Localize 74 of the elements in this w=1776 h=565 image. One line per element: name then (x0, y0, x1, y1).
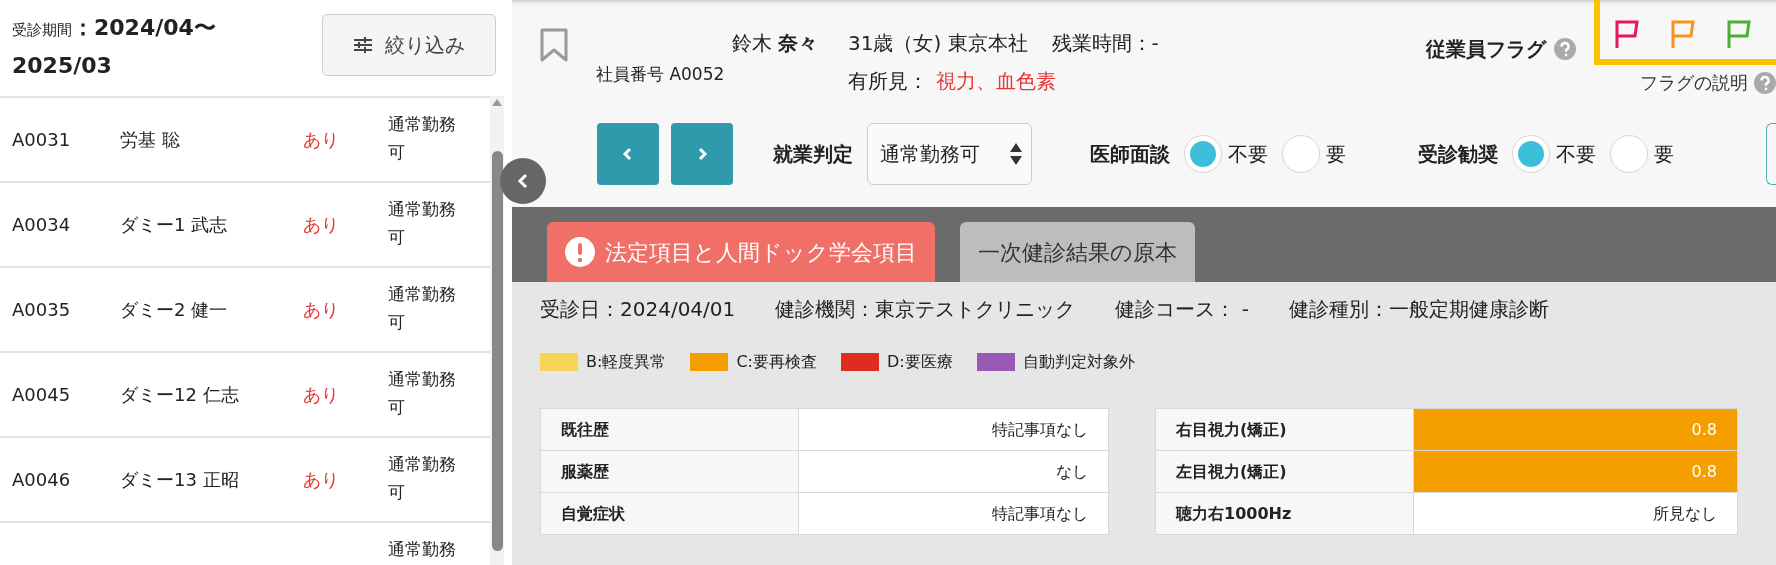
legend-label: 自動判定対象外 (1022, 351, 1135, 373)
previous-button[interactable] (597, 122, 659, 185)
scrollbar[interactable] (490, 96, 504, 565)
chevron-left-icon (622, 145, 634, 162)
exam-info-text: 健診機関：東京テストクリニック (775, 296, 1076, 323)
value-cell: 特記事項なし (798, 408, 1109, 451)
findings-text: あり (303, 298, 340, 322)
row-label: 左目視力(矯正) (1155, 450, 1414, 493)
judgement-label: 就業判定 (773, 140, 853, 168)
row-label: 右目視力(矯正) (1155, 408, 1414, 451)
period-text: 受診期間：2024/04〜 2025/03 (12, 14, 217, 80)
value-cell: 0.8 (1413, 408, 1738, 451)
legend-label: D:要医療 (886, 351, 953, 373)
judgement-text: 通常勤務可 (388, 283, 457, 334)
employee-id: A0031 (11, 128, 72, 152)
field-label: 医師面談 (1090, 140, 1170, 168)
findings-text: あり (303, 383, 340, 407)
employee-name: 鈴木 奈々 (731, 30, 818, 57)
button-edge[interactable] (1766, 122, 1776, 185)
row-label: 聴力右1000Hz (1155, 492, 1414, 535)
profile-text: 31歳（女) 東京本社 (848, 31, 1028, 55)
employee-name: ダミー1 武志 (120, 213, 229, 237)
legend-label: C:要再検査 (736, 351, 817, 373)
findings-text: あり (303, 468, 340, 492)
radio-option[interactable]: 不要 (1184, 134, 1268, 173)
exam-info-text: 受診日：2024/04/01 (540, 296, 736, 323)
judgement-select[interactable]: 通常勤務可 (867, 122, 1032, 185)
sliders-icon (353, 36, 373, 54)
employee-name: ダミー13 正昭 (120, 468, 240, 492)
judgement-text: 通常勤務可 (388, 368, 457, 419)
collapse-button[interactable] (500, 158, 546, 204)
chevron-left-icon (516, 173, 530, 189)
value-cell: 特記事項なし (798, 492, 1109, 535)
tab[interactable]: 一次健診結果の原本 (960, 222, 1195, 282)
flag-icon[interactable] (1670, 18, 1696, 49)
employee-number: 社員番号 A0052 (596, 63, 725, 86)
help-icon[interactable] (1754, 71, 1776, 94)
row-label: 既往歴 (540, 408, 799, 451)
bookmark-icon[interactable] (540, 28, 568, 62)
employee-id: A0045 (11, 383, 72, 407)
judgement-text: 通常勤務可 (388, 113, 457, 164)
findings-value: 視力、血色素 (936, 69, 1056, 93)
value-cell: 所見なし (1413, 492, 1738, 535)
judgement-text: 通常勤務 (388, 538, 457, 561)
findings-label: 有所見： (848, 69, 928, 93)
field-label: 受診勧奨 (1418, 140, 1498, 168)
flag-label: 従業員フラグ (1426, 36, 1546, 63)
row-label: 自覚症状 (540, 492, 799, 535)
exam-info-text: 健診コース： - (1115, 296, 1249, 323)
judgement-text: 通常勤務可 (388, 453, 457, 504)
overtime-text: 残業時間：- (1051, 31, 1159, 55)
employee-name: ダミー2 健一 (120, 298, 229, 322)
employee-name: ダミー12 仁志 (120, 383, 240, 407)
filter-button[interactable]: 絞り込み (322, 14, 496, 76)
chevron-right-icon (696, 145, 708, 162)
value-cell: なし (798, 450, 1109, 493)
row-label: 服薬歴 (540, 450, 799, 493)
findings-text: あり (303, 128, 340, 152)
radio-option[interactable]: 不要 (1512, 134, 1596, 173)
exam-info-text: 健診種別：一般定期健康診断 (1288, 296, 1549, 323)
employee-id: A0035 (11, 298, 72, 322)
judgement-text: 通常勤務可 (388, 198, 457, 249)
employee-name: 労基 聡 (120, 128, 181, 152)
employee-id: A0046 (11, 468, 72, 492)
employee-id: A0034 (11, 213, 72, 237)
help-icon[interactable] (1554, 38, 1576, 60)
exclamation-icon (565, 237, 595, 267)
legend-label: B:軽度異常 (586, 351, 667, 373)
flag-help-link[interactable]: フラグの説明 (1640, 69, 1748, 96)
findings-text: あり (303, 213, 340, 237)
next-button[interactable] (671, 122, 733, 185)
flag-icon[interactable] (1614, 18, 1640, 49)
value-cell: 0.8 (1413, 450, 1738, 493)
flag-icon[interactable] (1726, 18, 1752, 49)
